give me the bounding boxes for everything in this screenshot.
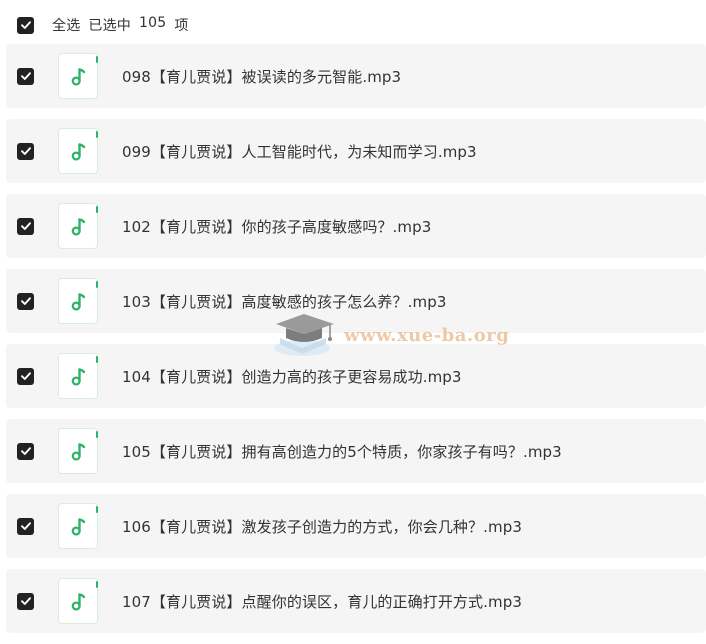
music-note-icon: [71, 218, 86, 236]
checkmark-icon: [20, 372, 31, 380]
audio-file-icon: [58, 578, 98, 624]
file-checkbox[interactable]: [17, 217, 34, 235]
file-checkbox[interactable]: [17, 517, 34, 535]
selected-label: 已选中: [88, 18, 132, 34]
file-checkbox[interactable]: [17, 367, 34, 385]
audio-file-icon: [58, 353, 98, 399]
select-all-label[interactable]: 全选: [52, 15, 80, 35]
audio-file-icon: [58, 53, 98, 99]
file-row[interactable]: 106【育儿贾说】激发孩子创造力的方式，你会几种？.mp3: [6, 494, 706, 558]
file-name[interactable]: 106【育儿贾说】激发孩子创造力的方式，你会几种？.mp3: [122, 516, 522, 537]
file-name[interactable]: 105【育儿贾说】拥有高创造力的5个特质，你家孩子有吗？.mp3: [122, 441, 562, 462]
audio-file-icon: [58, 128, 98, 174]
file-name[interactable]: 098【育儿贾说】被误读的多元智能.mp3: [122, 66, 401, 87]
file-corner-mark: [96, 581, 98, 588]
checkmark-icon: [20, 147, 31, 155]
file-corner-mark: [96, 281, 98, 288]
music-note-icon: [71, 368, 86, 386]
audio-file-icon: [58, 278, 98, 324]
checkmark-icon: [20, 21, 31, 29]
checkmark-icon: [20, 597, 31, 605]
file-corner-mark: [96, 506, 98, 513]
file-name[interactable]: 104【育儿贾说】创造力高的孩子更容易成功.mp3: [122, 366, 462, 387]
file-row[interactable]: 102【育儿贾说】你的孩子高度敏感吗？.mp3: [6, 194, 706, 258]
file-row[interactable]: 107【育儿贾说】点醒你的误区，育儿的正确打开方式.mp3: [6, 569, 706, 633]
file-corner-mark: [96, 356, 98, 363]
music-note-icon: [71, 143, 86, 161]
file-name[interactable]: 099【育儿贾说】人工智能时代，为未知而学习.mp3: [122, 141, 477, 162]
audio-file-icon: [58, 203, 98, 249]
music-note-icon: [71, 443, 86, 461]
checkmark-icon: [20, 447, 31, 455]
music-note-icon: [71, 68, 86, 86]
file-corner-mark: [96, 56, 98, 63]
audio-file-icon: [58, 503, 98, 549]
checkmark-icon: [20, 72, 31, 80]
music-note-icon: [71, 518, 86, 536]
file-list: 098【育儿贾说】被误读的多元智能.mp3 099【育儿贾说】人工智能时代，为未知…: [6, 44, 706, 644]
select-all-checkbox[interactable]: [17, 16, 34, 34]
file-row[interactable]: 103【育儿贾说】高度敏感的孩子怎么养？.mp3: [6, 269, 706, 333]
file-corner-mark: [96, 431, 98, 438]
checkmark-icon: [20, 522, 31, 530]
file-name[interactable]: 107【育儿贾说】点醒你的误区，育儿的正确打开方式.mp3: [122, 591, 522, 612]
file-checkbox[interactable]: [17, 67, 34, 85]
file-row[interactable]: 104【育儿贾说】创造力高的孩子更容易成功.mp3: [6, 344, 706, 408]
file-corner-mark: [96, 206, 98, 213]
audio-file-icon: [58, 428, 98, 474]
file-checkbox[interactable]: [17, 142, 34, 160]
music-note-icon: [71, 593, 86, 611]
checkmark-icon: [20, 297, 31, 305]
selected-count: 105: [139, 15, 167, 31]
file-row[interactable]: 105【育儿贾说】拥有高创造力的5个特质，你家孩子有吗？.mp3: [6, 419, 706, 483]
unit-label: 项: [174, 18, 189, 34]
file-row[interactable]: 099【育儿贾说】人工智能时代，为未知而学习.mp3: [6, 119, 706, 183]
file-checkbox[interactable]: [17, 292, 34, 310]
file-checkbox[interactable]: [17, 592, 34, 610]
music-note-icon: [71, 293, 86, 311]
checkmark-icon: [20, 222, 31, 230]
select-all-bar: 全选 已选中 105 项: [6, 6, 706, 44]
file-name[interactable]: 103【育儿贾说】高度敏感的孩子怎么养？.mp3: [122, 291, 446, 312]
file-row[interactable]: 098【育儿贾说】被误读的多元智能.mp3: [6, 44, 706, 108]
file-name[interactable]: 102【育儿贾说】你的孩子高度敏感吗？.mp3: [122, 216, 431, 237]
file-corner-mark: [96, 131, 98, 138]
file-checkbox[interactable]: [17, 442, 34, 460]
selection-summary: 全选 已选中 105 项: [52, 15, 189, 35]
